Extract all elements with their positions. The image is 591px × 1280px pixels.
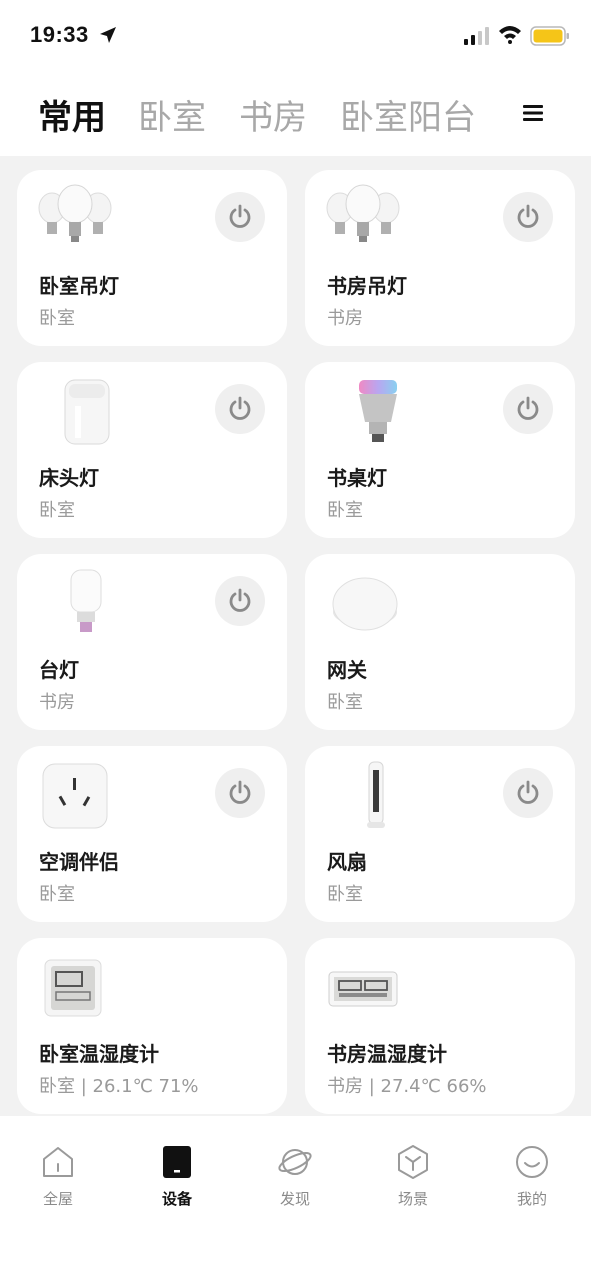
status-time: 19:33 bbox=[30, 22, 89, 47]
device-room: 卧室 bbox=[327, 692, 363, 713]
device-name: 卧室吊灯 bbox=[39, 274, 119, 298]
device-name: 书房温湿度计 bbox=[327, 1042, 447, 1066]
nav-home[interactable]: 全屋 bbox=[8, 1144, 108, 1209]
device-card[interactable]: 书房温湿度计 书房 | 27.4℃ 66% bbox=[305, 938, 575, 1114]
device-name: 卧室温湿度计 bbox=[39, 1042, 159, 1066]
power-button[interactable] bbox=[215, 576, 265, 626]
device-name: 风扇 bbox=[327, 850, 367, 874]
battery-icon bbox=[530, 26, 569, 46]
nav-discover-label: 发现 bbox=[279, 1190, 310, 1208]
signal-icon bbox=[464, 27, 489, 45]
power-button[interactable] bbox=[503, 192, 553, 242]
device-name: 床头灯 bbox=[39, 466, 99, 490]
tower-fan-icon bbox=[367, 761, 385, 828]
nav-discover[interactable]: 发现 bbox=[245, 1144, 345, 1209]
power-button[interactable] bbox=[215, 192, 265, 242]
power-button[interactable] bbox=[503, 768, 553, 818]
tab-changyong[interactable]: 常用 bbox=[38, 90, 106, 139]
ac-companion-icon bbox=[42, 763, 108, 829]
smiley-icon bbox=[516, 1146, 548, 1178]
nav-scenes-label: 场景 bbox=[397, 1190, 428, 1208]
power-icon bbox=[229, 588, 251, 612]
device-name: 网关 bbox=[327, 658, 367, 682]
device-card[interactable]: 空调伴侣 卧室 bbox=[17, 746, 287, 922]
power-button[interactable] bbox=[215, 384, 265, 434]
device-name: 书房吊灯 bbox=[327, 274, 407, 298]
device-room: 书房 | 27.4℃ 66% bbox=[327, 1076, 487, 1097]
power-icon bbox=[517, 396, 539, 420]
device-card[interactable]: 网关 卧室 bbox=[305, 554, 575, 730]
bottom-nav: 全屋 设备 发现 场景 我的 bbox=[0, 1116, 591, 1280]
device-grid: 卧室吊灯 卧室 书房吊灯 书房 床头灯 卧室 书桌灯 卧室 台灯 书房 网关 卧… bbox=[0, 156, 591, 1116]
device-room: 卧室 bbox=[39, 500, 75, 521]
triple-bulb-icon bbox=[326, 184, 400, 242]
device-room: 书房 bbox=[327, 308, 363, 329]
location-arrow-icon bbox=[100, 27, 116, 43]
nav-devices-label: 设备 bbox=[161, 1190, 192, 1208]
thermo-hygrometer-icon bbox=[44, 959, 102, 1017]
nav-profile[interactable]: 我的 bbox=[482, 1144, 582, 1209]
home-icon bbox=[43, 1147, 73, 1177]
tab-bedroom[interactable]: 卧室 bbox=[138, 90, 206, 139]
power-icon bbox=[229, 780, 251, 804]
nav-devices[interactable]: 设备 bbox=[127, 1144, 227, 1209]
gateway-icon bbox=[332, 577, 398, 631]
planet-icon bbox=[278, 1149, 312, 1175]
device-card[interactable]: 卧室吊灯 卧室 bbox=[17, 170, 287, 346]
device-room: 卧室 bbox=[327, 500, 363, 521]
clock-thermometer-icon bbox=[328, 971, 398, 1007]
device-name: 书桌灯 bbox=[327, 466, 387, 490]
device-room: 卧室 bbox=[39, 884, 75, 905]
device-card[interactable]: 书桌灯 卧室 bbox=[305, 362, 575, 538]
room-tabs: 常用 卧室 书房 卧室阳台 bbox=[0, 72, 591, 156]
cube-icon bbox=[398, 1145, 428, 1179]
device-card[interactable]: 卧室温湿度计 卧室 | 26.1℃ 71% bbox=[17, 938, 287, 1114]
status-bar: 19:33 bbox=[0, 0, 591, 72]
device-card[interactable]: 台灯 书房 bbox=[17, 554, 287, 730]
device-card[interactable]: 床头灯 卧室 bbox=[17, 362, 287, 538]
device-room: 书房 bbox=[39, 692, 75, 713]
power-icon bbox=[517, 204, 539, 228]
color-bulb-icon bbox=[359, 380, 397, 442]
hamburger-menu-icon[interactable] bbox=[522, 102, 544, 124]
wifi-icon bbox=[499, 26, 521, 44]
tab-study[interactable]: 书房 bbox=[239, 90, 307, 139]
power-icon bbox=[229, 204, 251, 228]
device-room: 卧室 bbox=[39, 308, 75, 329]
device-icon bbox=[163, 1146, 191, 1178]
device-name: 台灯 bbox=[39, 658, 79, 682]
device-room: 卧室 | 26.1℃ 71% bbox=[39, 1076, 199, 1097]
power-button[interactable] bbox=[503, 384, 553, 434]
nav-home-label: 全屋 bbox=[42, 1190, 73, 1208]
white-bulb-icon bbox=[70, 569, 102, 632]
device-card[interactable]: 风扇 卧室 bbox=[305, 746, 575, 922]
power-icon bbox=[229, 396, 251, 420]
nav-scenes[interactable]: 场景 bbox=[363, 1144, 463, 1209]
device-name: 空调伴侣 bbox=[39, 850, 119, 874]
power-button[interactable] bbox=[215, 768, 265, 818]
bedside-lamp-icon bbox=[64, 379, 110, 445]
device-room: 卧室 bbox=[327, 884, 363, 905]
tab-bedroom-balcony[interactable]: 卧室阳台 bbox=[340, 90, 476, 139]
device-card[interactable]: 书房吊灯 书房 bbox=[305, 170, 575, 346]
power-icon bbox=[517, 780, 539, 804]
nav-profile-label: 我的 bbox=[516, 1190, 547, 1208]
triple-bulb-icon bbox=[38, 184, 112, 242]
